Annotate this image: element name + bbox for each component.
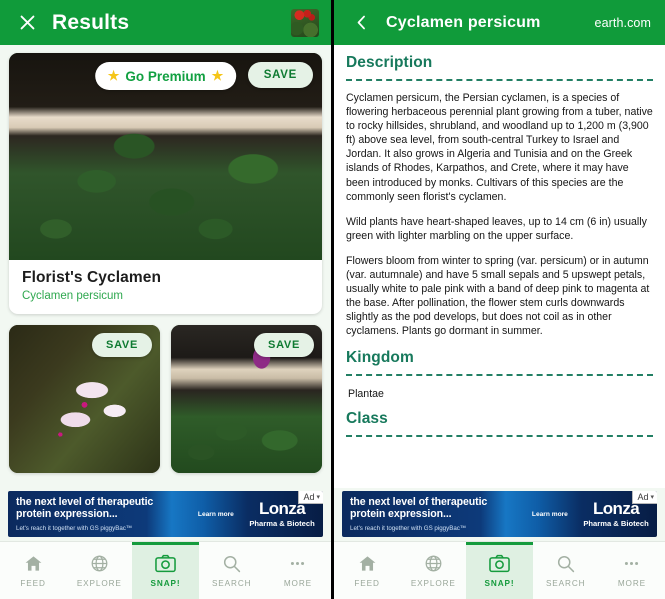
tab-explore[interactable]: EXPLORE xyxy=(66,542,132,599)
result-card-body: Florist's Cyclamen Cyclamen persicum xyxy=(9,260,322,314)
ad-subline: Let's reach it together with GS piggyBac… xyxy=(350,525,467,532)
result-common-name: Florist's Cyclamen xyxy=(22,269,162,286)
go-premium-button[interactable]: ★ Go Premium ★ xyxy=(94,62,237,90)
bottom-tabbar: FEED EXPLORE SNAP! SEARCH MORE xyxy=(0,541,331,599)
tab-more-label: MORE xyxy=(617,578,646,588)
tab-more[interactable]: MORE xyxy=(265,542,331,599)
ad-cta-button[interactable]: Learn more xyxy=(525,491,575,537)
home-icon xyxy=(358,554,377,573)
ellipsis-icon xyxy=(622,554,641,573)
ad-choices-badge[interactable]: Ad ▾ xyxy=(632,491,657,504)
section-kingdom: Kingdom Plantae xyxy=(346,349,653,400)
ad-headline: the next level of therapeutic protein ex… xyxy=(16,496,154,520)
star-icon-left: ★ xyxy=(107,68,120,83)
result-card-primary[interactable]: ★ Go Premium ★ SAVE Florist's Cyclamen C… xyxy=(9,53,322,314)
tab-feed[interactable]: FEED xyxy=(334,542,400,599)
article-body[interactable]: Description Cyclamen persicum, the Persi… xyxy=(334,45,665,488)
source-label: earth.com xyxy=(594,15,651,30)
globe-icon xyxy=(424,554,443,573)
ad-container: the next level of therapeutic protein ex… xyxy=(0,488,331,541)
camera-icon xyxy=(155,554,176,573)
page-title: Results xyxy=(52,10,130,34)
save-button[interactable]: SAVE xyxy=(254,333,314,357)
ad-brand-tagline: Pharma & Biotech xyxy=(249,518,315,528)
chevron-left-icon[interactable] xyxy=(346,8,376,38)
globe-icon xyxy=(90,554,109,573)
bottom-tabbar: FEED EXPLORE SNAP! SEARCH MORE xyxy=(334,541,665,599)
result-card-secondary-2[interactable]: SAVE xyxy=(171,325,322,473)
tab-snap-label: SNAP! xyxy=(484,578,515,588)
ad-badge-label: Ad xyxy=(303,492,315,502)
kingdom-value: Plantae xyxy=(348,387,384,400)
detail-screen: Cyclamen persicum earth.com Description … xyxy=(334,0,665,599)
ad-badge-label: Ad xyxy=(637,492,649,502)
result-card-row: SAVE SAVE xyxy=(9,325,322,473)
search-icon xyxy=(222,554,241,573)
section-divider xyxy=(346,79,653,81)
tab-search[interactable]: SEARCH xyxy=(533,542,599,599)
chevron-down-icon: ▾ xyxy=(316,494,320,501)
detail-appbar: Cyclamen persicum earth.com xyxy=(334,0,665,45)
result-photo[interactable]: SAVE xyxy=(9,325,160,473)
camera-icon xyxy=(489,554,510,573)
result-photo[interactable]: ★ Go Premium ★ SAVE xyxy=(9,53,322,260)
home-icon xyxy=(24,554,43,573)
chevron-down-icon: ▾ xyxy=(650,494,654,501)
section-class: Class xyxy=(346,410,653,437)
save-button[interactable]: SAVE xyxy=(92,333,152,357)
results-screen: Results ★ Go Premium ★ SAVE Florist's Cy… xyxy=(0,0,331,599)
section-heading: Class xyxy=(346,409,388,427)
section-heading: Kingdom xyxy=(346,348,414,366)
save-button[interactable]: SAVE xyxy=(247,62,313,88)
tab-feed-label: FEED xyxy=(20,578,46,588)
ad-choices-badge[interactable]: Ad ▾ xyxy=(298,491,323,504)
result-photo[interactable]: SAVE xyxy=(171,325,322,473)
page-title: Cyclamen persicum xyxy=(386,13,541,31)
go-premium-label: Go Premium xyxy=(125,68,206,84)
tab-snap-label: SNAP! xyxy=(150,578,181,588)
section-divider xyxy=(346,373,653,376)
results-list[interactable]: ★ Go Premium ★ SAVE Florist's Cyclamen C… xyxy=(0,45,331,488)
ad-brand-tagline: Pharma & Biotech xyxy=(583,518,649,528)
captured-photo-thumbnail[interactable] xyxy=(291,8,319,37)
result-scientific-name: Cyclamen persicum xyxy=(22,290,123,302)
ellipsis-icon xyxy=(288,554,307,573)
ad-headline: the next level of therapeutic protein ex… xyxy=(350,496,488,520)
tab-search[interactable]: SEARCH xyxy=(199,542,265,599)
ad-banner[interactable]: the next level of therapeutic protein ex… xyxy=(342,491,657,537)
results-appbar: Results xyxy=(0,0,331,45)
dual-screenshot-container: Results ★ Go Premium ★ SAVE Florist's Cy… xyxy=(0,0,665,599)
tab-more-label: MORE xyxy=(283,578,312,588)
description-paragraph-1: Cyclamen persicum, the Persian cyclamen,… xyxy=(346,92,653,203)
tab-search-label: SEARCH xyxy=(545,578,586,588)
tab-explore[interactable]: EXPLORE xyxy=(400,542,466,599)
tab-snap[interactable]: SNAP! xyxy=(132,542,199,599)
result-card-secondary-1[interactable]: SAVE xyxy=(9,325,160,473)
star-icon-right: ★ xyxy=(211,68,224,83)
ad-subline: Let's reach it together with GS piggyBac… xyxy=(16,525,133,532)
close-icon[interactable] xyxy=(12,8,42,38)
tab-explore-label: EXPLORE xyxy=(76,578,122,588)
ad-copy: the next level of therapeutic protein ex… xyxy=(342,491,525,537)
description-paragraph-3: Flowers bloom from winter to spring (var… xyxy=(346,254,650,338)
tab-explore-label: EXPLORE xyxy=(410,578,456,588)
tab-feed-label: FEED xyxy=(354,578,380,588)
tab-feed[interactable]: FEED xyxy=(0,542,66,599)
section-heading: Description xyxy=(346,54,433,71)
tab-snap[interactable]: SNAP! xyxy=(466,542,533,599)
tab-more[interactable]: MORE xyxy=(599,542,665,599)
ad-cta-button[interactable]: Learn more xyxy=(191,491,241,537)
ad-copy: the next level of therapeutic protein ex… xyxy=(8,491,191,537)
ad-container: the next level of therapeutic protein ex… xyxy=(334,488,665,541)
section-divider xyxy=(346,434,653,437)
search-icon xyxy=(556,554,575,573)
tab-search-label: SEARCH xyxy=(211,578,252,588)
section-description: Description Cyclamen persicum, the Persi… xyxy=(346,54,653,339)
ad-banner[interactable]: the next level of therapeutic protein ex… xyxy=(8,491,323,537)
description-paragraph-2: Wild plants have heart-shaped leaves, up… xyxy=(346,215,647,242)
